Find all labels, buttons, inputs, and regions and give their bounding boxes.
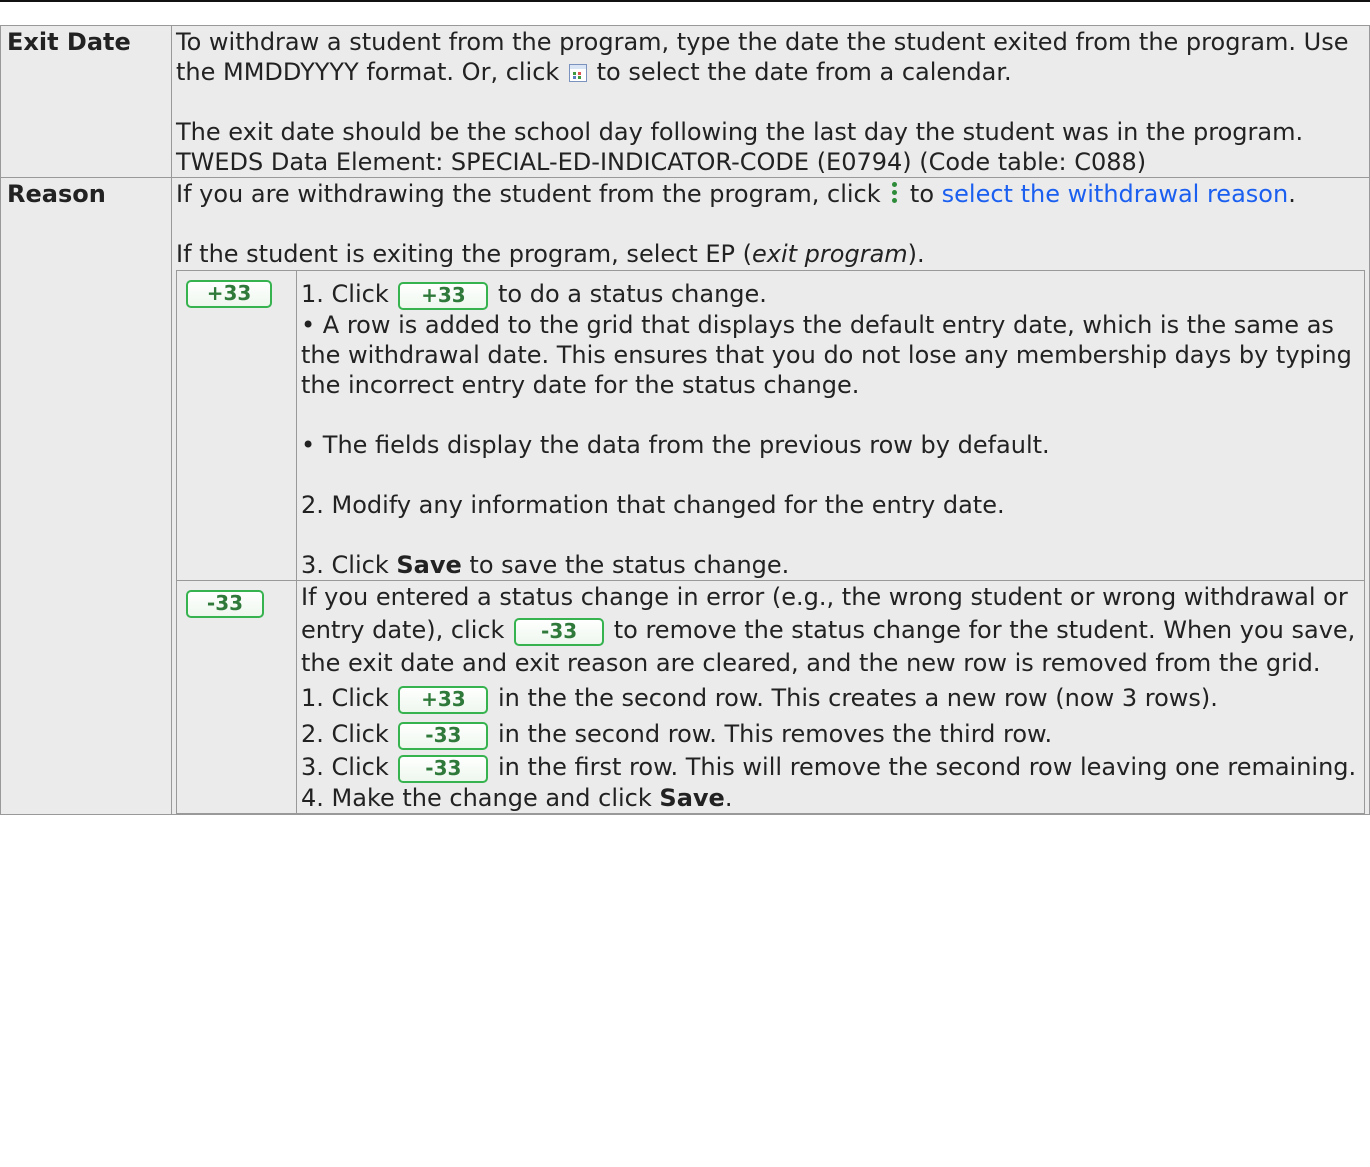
reason-text: If you are withdrawing the student from … [176,180,881,208]
exit-date-text-after: to select the date from a calendar. [596,58,1012,86]
remove-row-button[interactable]: -33 [186,590,264,618]
add-step-2: 2. Modify any information that changed f… [301,491,1005,519]
calendar-icon[interactable] [568,64,587,82]
reason-label: Reason [0,177,172,815]
remove-row-button-inline[interactable]: -33 [398,755,489,783]
step-text-after: to save the status change. [469,551,790,579]
add-row-description: 1. Click +33 to do a status change. • A … [296,270,1365,581]
button-help-table: +33 1. Click +33 to do a status change. … [176,270,1365,814]
add-button-cell: +33 [176,270,297,581]
tweds-element: TWEDS Data Element: SPECIAL-ED-INDICATOR… [176,148,1147,176]
top-rule [0,0,1370,2]
remove-row-button-inline[interactable]: -33 [398,722,489,750]
add-row-help: +33 1. Click +33 to do a status change. … [176,270,1365,581]
step-text: 1. Click [301,684,389,712]
remove-row-button-inline[interactable]: -33 [514,618,605,646]
step-text: 2. Click [301,720,389,748]
remove-step-1: 1. Click +33 in the the second row. This… [301,680,1360,716]
step-text: 3. Click [301,753,389,781]
exit-program-text-after: ). [907,240,925,268]
reason-text-to: to [909,180,935,208]
add-row-button-inline[interactable]: +33 [398,686,489,714]
step-text: 3. Click [301,551,389,579]
more-options-icon[interactable] [891,182,899,204]
step-text: 1. Click [301,280,389,308]
step-text-after: in the first row. This will remove the s… [498,753,1357,781]
save-label: Save [659,784,725,812]
field-help-table: Exit Date To withdraw a student from the… [0,25,1370,815]
step-text-after: . [724,784,733,812]
save-label: Save [396,551,462,579]
exit-date-description: To withdraw a student from the program, … [171,25,1370,178]
exit-date-paragraph: To withdraw a student from the program, … [176,27,1365,87]
add-step-3: 3. Click Save to save the status change. [301,550,1360,580]
remove-intro: If you entered a status change in error … [301,581,1360,680]
exit-program-text: If the student is exiting the program, s… [176,240,752,268]
select-withdrawal-reason-link[interactable]: select the withdrawal reason [942,180,1289,208]
exit-program-em: exit program [752,240,908,268]
add-step-1: 1. Click +33 to do a status change. [301,279,1360,310]
reason-row: Reason If you are withdrawing the studen… [0,177,1370,815]
add-row-button[interactable]: +33 [186,280,272,308]
remove-row-description: If you entered a status change in error … [296,580,1365,814]
exit-date-row: Exit Date To withdraw a student from the… [0,25,1370,178]
remove-button-cell: -33 [176,580,297,814]
step-text-after: in the second row. This removes the thir… [498,720,1053,748]
remove-step-2: 2. Click -33 in the second row. This rem… [301,716,1360,752]
add-bullet-1: • A row is added to the grid that displa… [301,311,1352,399]
reason-description: If you are withdrawing the student from … [171,177,1370,815]
add-bullet-2: • The fields display the data from the p… [301,431,1050,459]
reason-text-period: . [1288,180,1296,208]
reason-paragraph: If you are withdrawing the student from … [176,179,1365,209]
remove-row-help: -33 If you entered a status change in er… [176,580,1365,814]
remove-step-3: 3. Click -33 in the first row. This will… [301,752,1360,783]
step-text-after: in the the second row. This creates a ne… [498,684,1218,712]
remove-step-4: 4. Make the change and click Save. [301,783,1360,813]
exit-date-note: The exit date should be the school day f… [176,118,1304,146]
exit-program-note: If the student is exiting the program, s… [176,239,1365,269]
add-row-button-inline[interactable]: +33 [398,282,489,310]
exit-date-label: Exit Date [0,25,172,178]
step-text: 4. Make the change and click [301,784,652,812]
step-text-after: to do a status change. [498,280,767,308]
